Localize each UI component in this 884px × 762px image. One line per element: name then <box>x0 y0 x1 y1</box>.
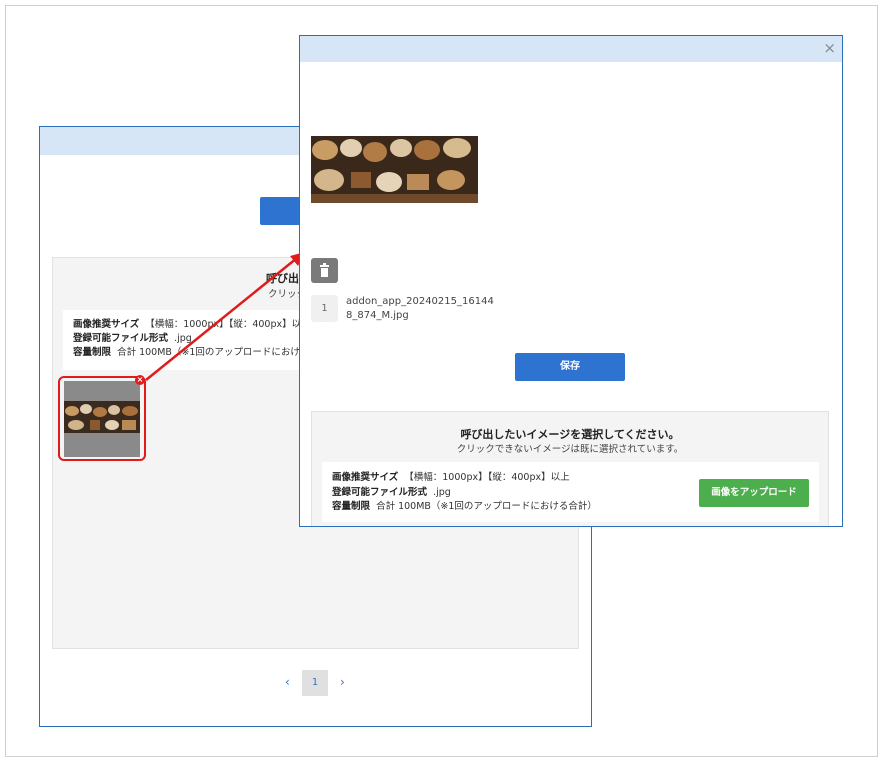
size-label: 画像推奨サイズ <box>73 319 140 330</box>
limit-label: 容量制限 <box>73 347 112 358</box>
front-dialog-header: × <box>300 36 842 62</box>
front-info-box: 画像推奨サイズ 【横幅：1000px】【縦：400px】以上 登録可能ファイル形… <box>322 462 819 522</box>
delete-button[interactable] <box>311 258 338 283</box>
front-dialog: × 1 addon_app_20240215_161448_874_M.jpg … <box>299 35 843 527</box>
front-panel-title: 呼び出したいイメージを選択してください。 <box>460 428 680 441</box>
file-number: 1 <box>311 295 338 322</box>
upload-image-button[interactable]: 画像をアップロード <box>699 479 809 507</box>
size-value: 【横幅：1000px】【縦：400px】以 <box>145 319 302 330</box>
close-icon[interactable]: × <box>823 38 836 58</box>
selected-thumbnail-highlight: × <box>58 375 146 461</box>
remove-thumbnail-icon[interactable]: × <box>135 375 145 385</box>
limit-label: 容量制限 <box>332 501 371 512</box>
pagination-prev-icon[interactable]: ‹ <box>285 675 290 689</box>
limit-value: 合計 100MB（※1回のアップロードにおけ <box>117 347 300 358</box>
file-name: addon_app_20240215_161448_874_M.jpg <box>346 296 494 321</box>
bread-photo-thumbnail <box>64 401 140 433</box>
pagination-page-current[interactable]: 1 <box>302 670 328 696</box>
format-value: .jpg <box>174 333 192 344</box>
image-thumbnail[interactable]: × <box>64 375 145 457</box>
format-label: 登録可能ファイル形式 <box>73 333 169 344</box>
front-panel-subtitle: クリックできないイメージは既に選択されています。 <box>456 444 684 455</box>
save-button[interactable]: 保存 <box>515 353 625 381</box>
selected-bread-image <box>311 136 478 203</box>
size-label: 画像推奨サイズ <box>332 472 399 483</box>
front-image-panel: 呼び出したいイメージを選択してください。 クリックできないイメージは既に選択され… <box>311 411 829 526</box>
format-label: 登録可能ファイル形式 <box>332 486 428 498</box>
format-value: .jpg <box>433 486 451 498</box>
size-value: 【横幅：1000px】【縦：400px】以上 <box>404 472 570 483</box>
pagination: ‹ 1 › <box>40 670 591 696</box>
pagination-next-icon[interactable]: › <box>340 675 345 689</box>
limit-value: 合計 100MB（※1回のアップロードにおける合計） <box>376 501 597 512</box>
trash-icon <box>320 263 329 277</box>
